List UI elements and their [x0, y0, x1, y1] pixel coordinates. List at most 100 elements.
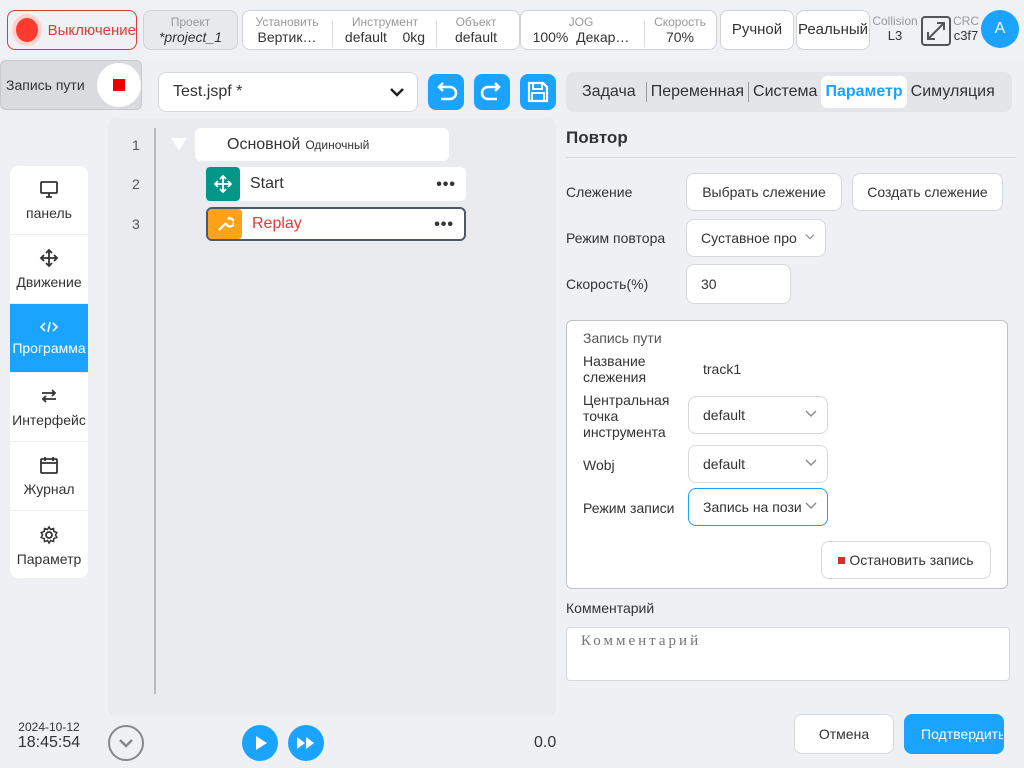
tab-variable[interactable]: Переменная [647, 76, 748, 108]
nav-item-motion[interactable]: Движение [10, 235, 88, 304]
replay-mode-value: Суставное про [701, 230, 797, 246]
nav-label-program: Программа [12, 340, 86, 356]
confirm-button[interactable]: Подтвердить [904, 714, 1004, 754]
nav-item-interface[interactable]: Интерфейс [10, 373, 88, 442]
move-arrows-icon [39, 248, 59, 268]
nav-item-program[interactable]: Программа [10, 304, 88, 373]
real-mode-button[interactable]: Реальный [796, 10, 870, 50]
tool-label: Инструмент [351, 15, 419, 29]
tab-simulation[interactable]: Симуляция [907, 76, 999, 108]
move-arrows-icon [206, 167, 240, 201]
more-icon[interactable]: ••• [434, 216, 454, 234]
panel-title: Повтор [566, 128, 1016, 158]
comment-label: Комментарий [566, 600, 655, 616]
collision-indicator: Collision L3 [872, 14, 918, 43]
wobj-select[interactable]: default [688, 445, 828, 483]
more-icon[interactable]: ••• [436, 176, 456, 194]
replay-block-label: Replay [252, 215, 302, 232]
undo-icon [437, 82, 458, 101]
file-name: Test.jspf * [173, 83, 243, 100]
swap-icon [41, 389, 57, 403]
nav-label-parameter: Параметр [16, 550, 82, 567]
select-tracking-button[interactable]: Выбрать слежение [686, 173, 842, 211]
record-path-label: Запись пути [6, 77, 85, 93]
line-number: 3 [132, 216, 140, 232]
group-title: Запись пути [583, 330, 662, 346]
top-bar: Выключение Проект *project_1 Установить … [0, 0, 1024, 60]
install-label: Установить [255, 15, 319, 29]
tab-parameter[interactable]: Параметр [821, 76, 907, 108]
jog-speed-pill[interactable]: JOG 100% Декар… Скорость 70% [520, 10, 717, 50]
tracking-name-value: track1 [703, 361, 742, 377]
record-path-group: Запись пути Название слежения track1 Цен… [566, 320, 1008, 589]
nav-label-panel: панель [26, 205, 72, 221]
power-button[interactable]: Выключение [7, 10, 137, 50]
wrench-icon [208, 209, 242, 239]
speed-value: 70% [665, 29, 695, 45]
wobj-label: Wobj [583, 457, 615, 473]
speed-input[interactable]: 30 [686, 264, 791, 304]
install-tool-object-pill[interactable]: Установить Вертик… Инструмент default 0k… [242, 10, 520, 50]
undo-button[interactable] [428, 74, 464, 110]
record-stop-button[interactable] [97, 63, 141, 107]
cancel-button[interactable]: Отмена [794, 714, 894, 754]
start-block-label: Start [250, 175, 284, 192]
block-start[interactable]: Start ••• [206, 167, 466, 201]
jog-coord: Декар… [576, 29, 630, 45]
stop-record-label: Остановить запись [849, 552, 974, 568]
block-replay[interactable]: Replay ••• [206, 207, 466, 241]
tracking-name-label: Название слежения [583, 353, 646, 385]
replay-mode-select[interactable]: Суставное про [686, 219, 826, 257]
redo-button[interactable] [474, 74, 510, 110]
tool-weight: 0kg [402, 29, 426, 45]
record-mode-select[interactable]: Запись на пози [688, 488, 828, 526]
play-button[interactable] [242, 725, 278, 761]
line-number: 2 [132, 176, 140, 192]
datetime: 2024-10-12 18:45:54 [10, 720, 88, 752]
label-line: слежения [583, 369, 647, 385]
tcp-label: Центральная точка инструмента [583, 392, 669, 440]
crc-indicator: CRC c3f7 [952, 14, 980, 43]
object-value: default [454, 29, 498, 45]
tab-system[interactable]: Система [749, 76, 821, 108]
create-tracking-button[interactable]: Создать слежение [852, 173, 1003, 211]
stop-icon [838, 556, 846, 564]
project-pill[interactable]: Проект *project_1 [143, 10, 238, 50]
time-text: 18:45:54 [17, 734, 81, 751]
fast-forward-button[interactable] [288, 725, 324, 761]
side-nav: панель Движение Программа Интерфейс Журн… [10, 166, 88, 578]
tcp-select[interactable]: default [688, 396, 828, 434]
project-label: Проект [170, 15, 211, 29]
save-button[interactable] [520, 74, 556, 110]
object-label: Объект [455, 15, 497, 29]
scroll-down-button[interactable] [108, 725, 144, 761]
stop-record-button[interactable]: Остановить запись [821, 541, 991, 579]
expand-icon[interactable] [921, 16, 951, 46]
jog-value: 100% [532, 29, 569, 45]
calendar-icon [40, 457, 58, 474]
user-avatar[interactable]: A [981, 10, 1019, 48]
record-mode-label: Режим записи [583, 500, 675, 516]
program-time: 0.0 [534, 734, 557, 751]
project-value: *project_1 [158, 29, 223, 45]
chevron-down-icon [805, 502, 817, 510]
collapse-triangle-icon[interactable] [170, 137, 188, 151]
manual-mode-button[interactable]: Ручной [720, 10, 794, 50]
power-indicator-icon [16, 18, 38, 42]
collision-value: L3 [887, 28, 903, 43]
line-number: 1 [132, 137, 140, 153]
speed-input-value: 30 [701, 276, 717, 292]
tracking-label: Слежение [566, 184, 633, 200]
nav-item-parameter[interactable]: Параметр [10, 511, 88, 578]
comment-input[interactable] [566, 627, 1010, 681]
replay-mode-label: Режим повтора [566, 230, 666, 246]
date-text: 2024-10-12 [18, 720, 80, 734]
chevron-down-icon [805, 410, 817, 417]
nav-item-journal[interactable]: Журнал [10, 442, 88, 511]
code-icon [39, 321, 59, 333]
tab-task[interactable]: Задача [578, 76, 640, 108]
nav-item-panel[interactable]: панель [10, 166, 88, 235]
block-main[interactable]: Основной Одиночный [195, 128, 449, 161]
file-select[interactable]: Test.jspf * [158, 72, 418, 112]
speed-label: Скорость [654, 15, 706, 29]
